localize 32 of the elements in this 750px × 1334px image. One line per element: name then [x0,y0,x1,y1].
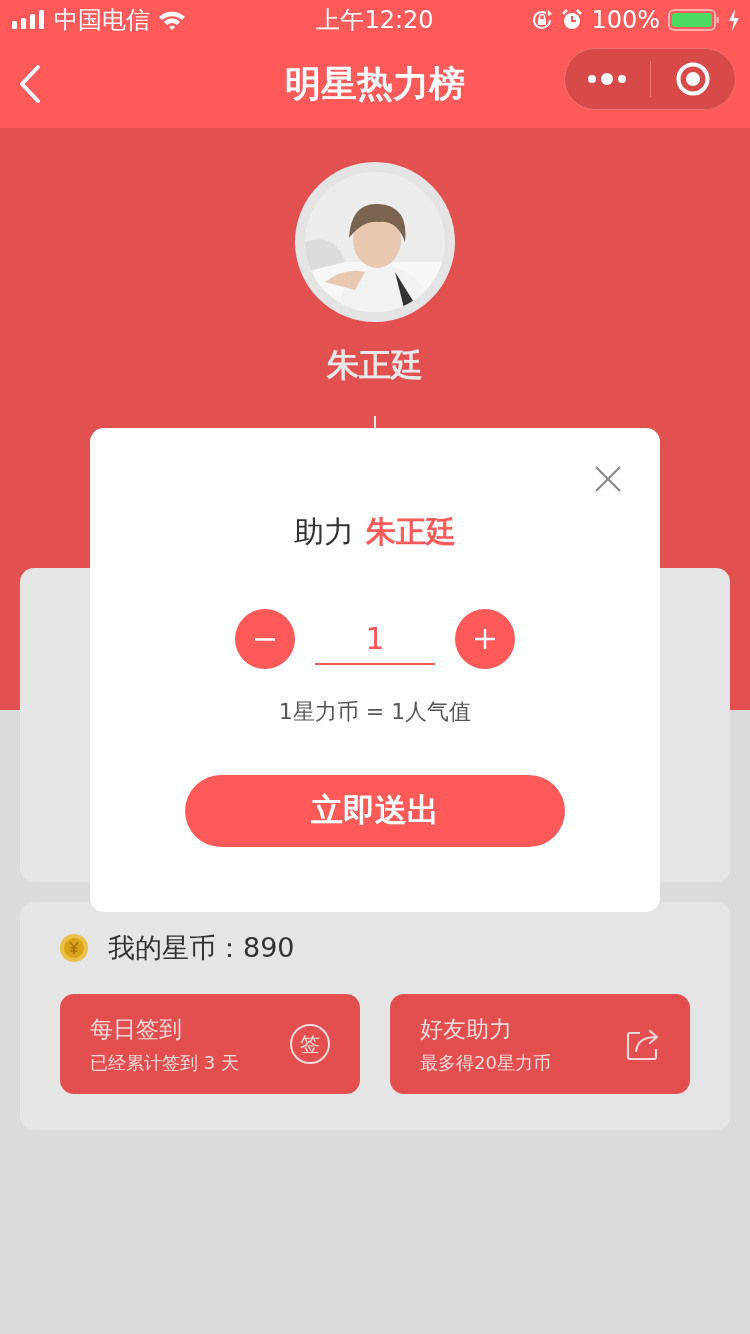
status-time: 上午12:20 [316,5,434,36]
dialog-star-name: 朱正廷 [366,513,456,551]
page-title: 明星热力榜 [285,61,465,106]
star-name: 朱正廷 [327,345,423,386]
close-icon [594,465,622,493]
plus-button[interactable] [455,609,515,669]
signal-icon [12,10,46,30]
dialog-title: 助力 [294,513,354,551]
back-icon [18,64,42,104]
battery-icon [668,8,720,32]
close-button[interactable] [594,465,622,493]
coin-balance: 我的星币：890 [108,931,295,965]
sign-icon: 签 [290,1024,330,1064]
target-icon [674,61,711,97]
alarm-icon [561,9,584,31]
battery-percent: 100% [591,6,660,34]
charging-icon [728,9,740,31]
rotation-lock-icon [531,9,554,31]
more-icon [587,72,628,86]
carrier-name: 中国电信 [54,5,150,36]
share-icon [626,1027,660,1061]
quantity-field[interactable]: 1 [315,613,435,665]
wifi-icon [158,10,186,30]
minus-icon [255,637,275,641]
checkin-button[interactable]: 每日签到 已经累计签到 3 天 签 [60,994,360,1094]
send-button[interactable]: 立即送出 [185,775,565,847]
exchange-rate: 1星力币 = 1人气值 [278,698,472,726]
share-button[interactable]: 好友助力 最多得20星力币 [390,994,690,1094]
plus-icon [475,629,495,649]
back-button[interactable] [18,64,42,104]
minus-button[interactable] [235,609,295,669]
coin-icon [60,934,88,962]
